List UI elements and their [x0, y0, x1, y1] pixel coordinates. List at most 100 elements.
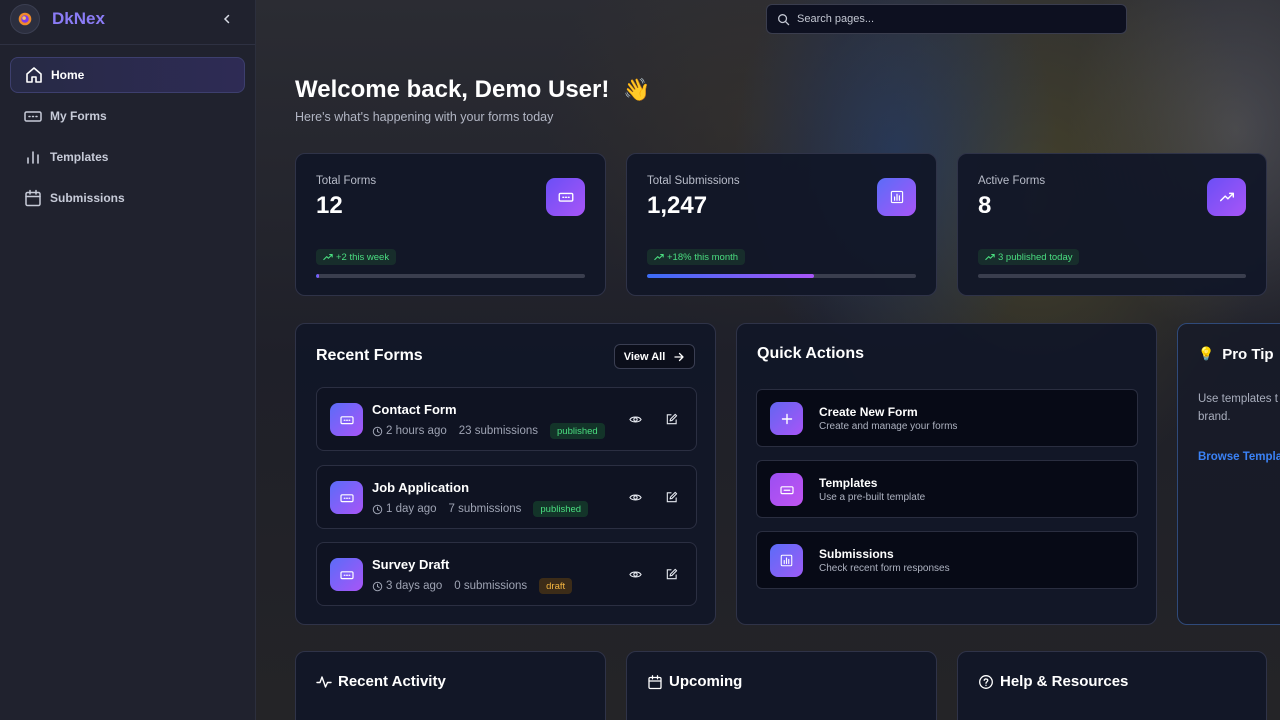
- sidebar-item-my-forms[interactable]: My Forms: [10, 98, 245, 134]
- panel-title: Quick Actions: [757, 345, 864, 362]
- panel-title: Upcoming: [647, 673, 742, 690]
- search-input[interactable]: [797, 13, 1097, 25]
- form-icon: [24, 111, 42, 122]
- form-name: Contact Form: [372, 402, 457, 417]
- welcome-section: Welcome back, Demo User! 👋 Here's what's…: [295, 76, 651, 124]
- search-bar[interactable]: [766, 4, 1127, 34]
- status-badge: published: [533, 501, 589, 517]
- trend-text: +18% this month: [667, 251, 739, 263]
- stat-label: Active Forms: [978, 175, 1046, 187]
- trending-up-icon: [985, 253, 995, 261]
- trending-up-icon: [323, 253, 333, 261]
- list-item[interactable]: Job Application 1 day ago 7 submissions …: [316, 465, 697, 529]
- stat-label: Total Forms: [316, 175, 377, 187]
- welcome-subtitle: Here's what's happening with your forms …: [295, 110, 554, 124]
- form-time: 1 day ago: [386, 503, 437, 515]
- submissions-button[interactable]: Submissions Check recent form responses: [756, 531, 1138, 589]
- sidebar-nav: Home My Forms Templates Submissions: [0, 45, 255, 233]
- create-new-form-button[interactable]: Create New Form Create and manage your f…: [756, 389, 1138, 447]
- sidebar-item-label: My Forms: [50, 109, 107, 123]
- panel-title-text: Upcoming: [669, 673, 743, 690]
- stat-value: 12: [316, 192, 343, 219]
- pro-tip-text: Use templates t includes all the brand.: [1198, 393, 1280, 423]
- form-icon: [770, 473, 803, 506]
- quick-actions-panel: Quick Actions Create New Form Create and…: [736, 323, 1157, 625]
- progress-fill: [316, 274, 319, 278]
- list-item[interactable]: Survey Draft 3 days ago 0 submissions dr…: [316, 542, 697, 606]
- clock-icon: [372, 581, 383, 591]
- pro-tip-title-text: Pro Tip: [1222, 346, 1274, 363]
- trend-badge: +2 this week: [316, 249, 397, 265]
- panel-title: Help & Resources: [978, 673, 1128, 690]
- quick-action-subtitle: Check recent form responses: [819, 563, 950, 574]
- bar-chart-icon: [770, 544, 803, 577]
- clock-icon: [372, 504, 383, 514]
- sidebar-item-label: Templates: [50, 150, 109, 164]
- trend-badge: +18% this month: [647, 249, 746, 265]
- trend-text: 3 published today: [998, 251, 1073, 263]
- form-icon: [546, 178, 585, 216]
- sidebar-item-submissions[interactable]: Submissions: [10, 180, 245, 216]
- edit-icon[interactable]: [662, 410, 680, 428]
- trending-up-icon: [1207, 178, 1246, 216]
- main-content: Welcome back, Demo User! 👋 Here's what's…: [256, 0, 1280, 720]
- form-time: 2 hours ago: [386, 425, 447, 437]
- edit-icon[interactable]: [662, 565, 680, 583]
- panel-title-text: Help & Resources: [1000, 673, 1129, 690]
- pro-tip-title: 💡 Pro Tip: [1198, 346, 1274, 363]
- panel-title-text: Recent Activity: [338, 673, 446, 690]
- form-submissions: 23 submissions: [458, 425, 539, 437]
- quick-action-subtitle: Use a pre-built template: [819, 492, 926, 503]
- help-resources-panel: Help & Resources: [957, 651, 1267, 720]
- form-name: Survey Draft: [372, 557, 450, 572]
- panel-title: Recent Forms: [316, 347, 423, 364]
- form-meta: 2 hours ago 23 submissions published: [372, 423, 605, 439]
- welcome-title: Welcome back, Demo User!: [295, 76, 610, 103]
- bar-chart-icon: [877, 178, 916, 216]
- browse-templates-link[interactable]: Browse Templa: [1198, 451, 1280, 463]
- chevron-left-icon[interactable]: [218, 10, 236, 28]
- bar-chart-icon: [27, 151, 39, 164]
- status-badge: draft: [539, 578, 573, 594]
- clock-icon: [372, 426, 383, 436]
- search-icon: [778, 13, 790, 25]
- form-time: 3 days ago: [386, 580, 443, 592]
- form-icon: [330, 403, 363, 436]
- form-submissions: 7 submissions: [448, 503, 522, 515]
- trending-up-icon: [654, 253, 664, 261]
- progress-track: [978, 274, 1246, 278]
- sidebar-item-home[interactable]: Home: [10, 57, 245, 93]
- quick-action-subtitle: Create and manage your forms: [819, 421, 958, 432]
- arrow-right-icon: [674, 352, 684, 361]
- stat-card-active-forms: Active Forms 8 3 published today: [957, 153, 1267, 296]
- eye-icon[interactable]: [626, 410, 644, 428]
- trend-badge: 3 published today: [978, 249, 1080, 265]
- waving-hand-icon: 👋: [623, 77, 651, 103]
- sidebar-item-templates[interactable]: Templates: [10, 139, 245, 175]
- stat-value: 1,247: [647, 192, 708, 219]
- progress-track: [316, 274, 585, 278]
- view-all-button[interactable]: View All: [614, 344, 695, 369]
- calendar-icon: [648, 674, 662, 689]
- edit-icon[interactable]: [662, 488, 680, 506]
- recent-activity-panel: Recent Activity: [295, 651, 606, 720]
- page-title: Welcome back, Demo User! 👋: [295, 76, 651, 104]
- form-icon: [330, 481, 363, 514]
- brand: DkNex: [0, 0, 255, 38]
- brand-name: DkNex: [52, 9, 105, 28]
- quick-action-title: Submissions: [819, 547, 894, 561]
- progress-track: [647, 274, 916, 278]
- eye-icon[interactable]: [626, 488, 644, 506]
- recent-forms-panel: Recent Forms View All Contact Form 2 hou…: [295, 323, 716, 625]
- list-item[interactable]: Contact Form 2 hours ago 23 submissions …: [316, 387, 697, 451]
- stat-label: Total Submissions: [647, 175, 740, 187]
- templates-button[interactable]: Templates Use a pre-built template: [756, 460, 1138, 518]
- stat-card-total-submissions: Total Submissions 1,247 +18% this month: [626, 153, 937, 296]
- form-name: Job Application: [372, 480, 470, 495]
- eye-icon[interactable]: [626, 565, 644, 583]
- sidebar: DkNex Home My Forms Templates Submission…: [0, 0, 256, 720]
- brand-logo-icon[interactable]: [10, 4, 40, 34]
- progress-fill: [647, 274, 814, 278]
- lightbulb-icon: 💡: [1198, 347, 1215, 362]
- form-icon: [330, 558, 363, 591]
